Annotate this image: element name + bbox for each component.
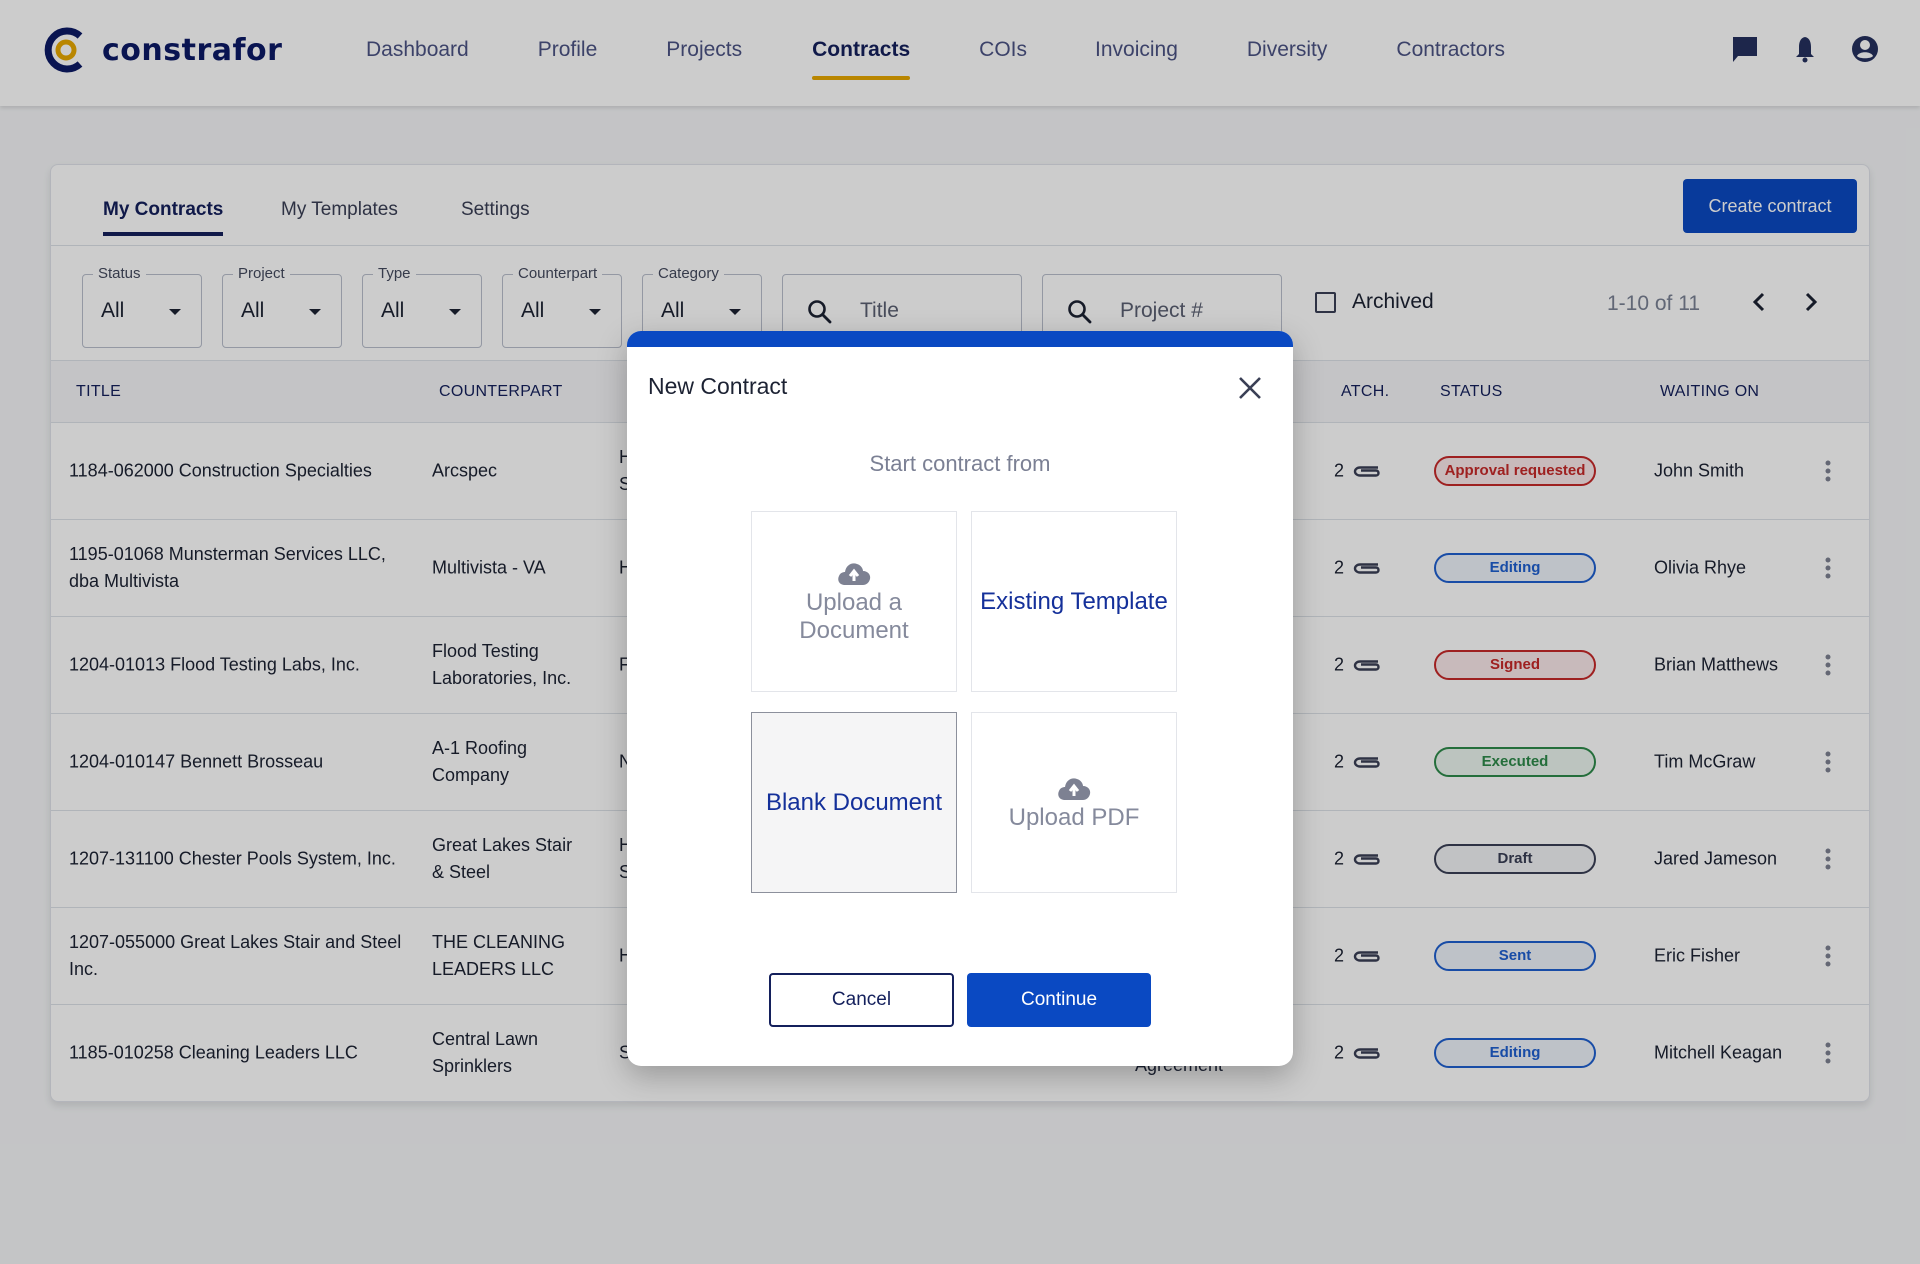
cloud-upload-icon xyxy=(1058,777,1091,800)
option-label: Upload a Document xyxy=(799,588,909,644)
dialog-accent-bar xyxy=(627,331,1293,347)
new-contract-dialog: New Contract Start contract from Upload … xyxy=(627,331,1293,1066)
option-label: Existing Template xyxy=(980,587,1168,615)
dialog-subtitle: Start contract from xyxy=(869,451,1051,476)
close-icon[interactable] xyxy=(1237,375,1263,401)
cancel-button[interactable]: Cancel xyxy=(769,973,954,1027)
option-blank-document[interactable]: Blank Document xyxy=(751,712,957,893)
option-existing-template[interactable]: Existing Template xyxy=(971,511,1177,692)
continue-button[interactable]: Continue xyxy=(967,973,1151,1027)
option-label: Upload PDF xyxy=(1008,803,1140,831)
option-upload-pdf[interactable]: Upload PDF xyxy=(971,712,1177,893)
dialog-title: New Contract xyxy=(648,373,788,399)
option-upload-document[interactable]: Upload a Document xyxy=(751,511,957,692)
option-label: Blank Document xyxy=(765,788,943,816)
cloud-upload-icon xyxy=(838,562,871,585)
